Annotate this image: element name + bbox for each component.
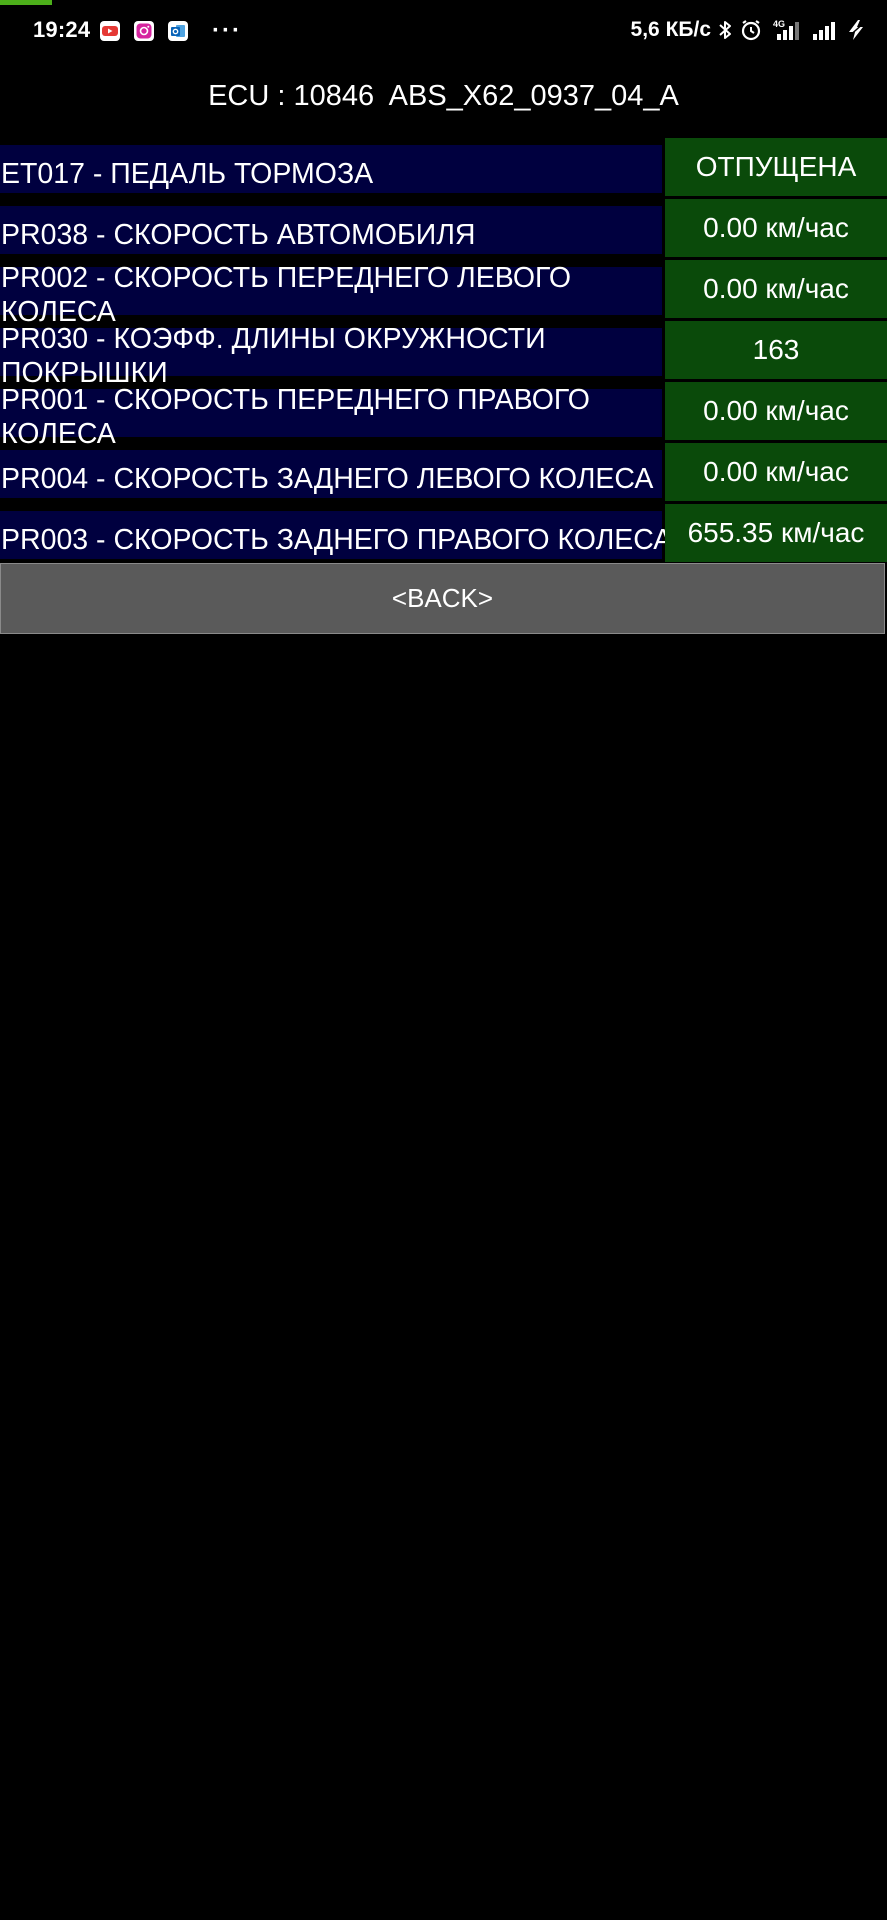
- param-name: PR004 - СКОРОСТЬ ЗАДНЕГО ЛЕВОГО КОЛЕСА: [1, 463, 654, 495]
- network-speed: 5,6 КБ/с: [630, 18, 711, 41]
- instagram-icon: [132, 19, 156, 43]
- outlook-icon: [166, 19, 190, 43]
- param-row[interactable]: PR001 - СКОРОСТЬ ПЕРЕДНЕГО ПРАВОГО КОЛЕС…: [0, 381, 887, 450]
- parameter-list: ET017 - ПЕДАЛЬ ТОРМОЗА ОТПУЩЕНА PR038 - …: [0, 137, 887, 564]
- back-button[interactable]: <BACK>: [0, 563, 885, 634]
- param-name-cell: PR001 - СКОРОСТЬ ПЕРЕДНЕГО ПРАВОГО КОЛЕС…: [0, 384, 662, 450]
- status-bar: 19:24 ··· 5,6 КБ/с 4G: [0, 0, 887, 64]
- notification-icons: ···: [98, 19, 242, 43]
- ecu-title: ECU : 10846 ABS_X62_0937_04_A: [208, 80, 679, 112]
- more-notifications-icon: ···: [212, 17, 242, 44]
- param-row[interactable]: PR030 - КОЭФФ. ДЛИНЫ ОКРУЖНОСТИ ПОКРЫШКИ…: [0, 320, 887, 389]
- signal-icon: [811, 18, 839, 42]
- param-name-cell: PR038 - СКОРОСТЬ АВТОМОБИЛЯ: [0, 206, 662, 254]
- param-row[interactable]: PR002 - СКОРОСТЬ ПЕРЕДНЕГО ЛЕВОГО КОЛЕСА…: [0, 259, 887, 328]
- param-row[interactable]: ET017 - ПЕДАЛЬ ТОРМОЗА ОТПУЩЕНА: [0, 137, 887, 198]
- param-row[interactable]: PR038 - СКОРОСТЬ АВТОМОБИЛЯ 0.00 км/час: [0, 198, 887, 259]
- param-row[interactable]: PR004 - СКОРОСТЬ ЗАДНЕГО ЛЕВОГО КОЛЕСА 0…: [0, 442, 887, 503]
- param-value: 655.35 км/час: [665, 504, 887, 562]
- param-name: PR038 - СКОРОСТЬ АВТОМОБИЛЯ: [1, 219, 476, 251]
- param-name-cell: PR003 - СКОРОСТЬ ЗАДНЕГО ПРАВОГО КОЛЕСА: [0, 511, 672, 559]
- param-value: 0.00 км/час: [665, 443, 887, 501]
- param-value: ОТПУЩЕНА: [665, 138, 887, 196]
- param-name-cell: ET017 - ПЕДАЛЬ ТОРМОЗА: [0, 145, 662, 193]
- param-value: 0.00 км/час: [665, 260, 887, 318]
- param-name: PR001 - СКОРОСТЬ ПЕРЕДНЕГО ПРАВОГО КОЛЕС…: [1, 384, 590, 450]
- param-name: ET017 - ПЕДАЛЬ ТОРМОЗА: [1, 158, 374, 190]
- param-value: 163: [665, 321, 887, 379]
- svg-text:4G: 4G: [773, 19, 785, 29]
- param-name: PR030 - КОЭФФ. ДЛИНЫ ОКРУЖНОСТИ ПОКРЫШКИ: [1, 323, 546, 389]
- param-value: 0.00 км/час: [665, 382, 887, 440]
- charging-icon: [845, 18, 867, 42]
- param-name: PR003 - СКОРОСТЬ ЗАДНЕГО ПРАВОГО КОЛЕСА: [1, 524, 673, 556]
- signal-4g-icon: 4G: [769, 18, 805, 42]
- status-right: 5,6 КБ/с 4G: [631, 18, 867, 42]
- bluetooth-icon: [717, 19, 733, 41]
- youtube-icon: [98, 19, 122, 43]
- status-time: 19:24: [33, 17, 91, 42]
- param-name-cell: PR002 - СКОРОСТЬ ПЕРЕДНЕГО ЛЕВОГО КОЛЕСА: [0, 262, 662, 328]
- param-name: PR002 - СКОРОСТЬ ПЕРЕДНЕГО ЛЕВОГО КОЛЕСА: [1, 262, 571, 328]
- param-row[interactable]: PR003 - СКОРОСТЬ ЗАДНЕГО ПРАВОГО КОЛЕСА …: [0, 503, 887, 564]
- alarm-icon: [739, 18, 763, 42]
- param-name-cell: PR030 - КОЭФФ. ДЛИНЫ ОКРУЖНОСТИ ПОКРЫШКИ: [0, 323, 662, 389]
- param-name-cell: PR004 - СКОРОСТЬ ЗАДНЕГО ЛЕВОГО КОЛЕСА: [0, 450, 662, 498]
- param-value: 0.00 км/час: [665, 199, 887, 257]
